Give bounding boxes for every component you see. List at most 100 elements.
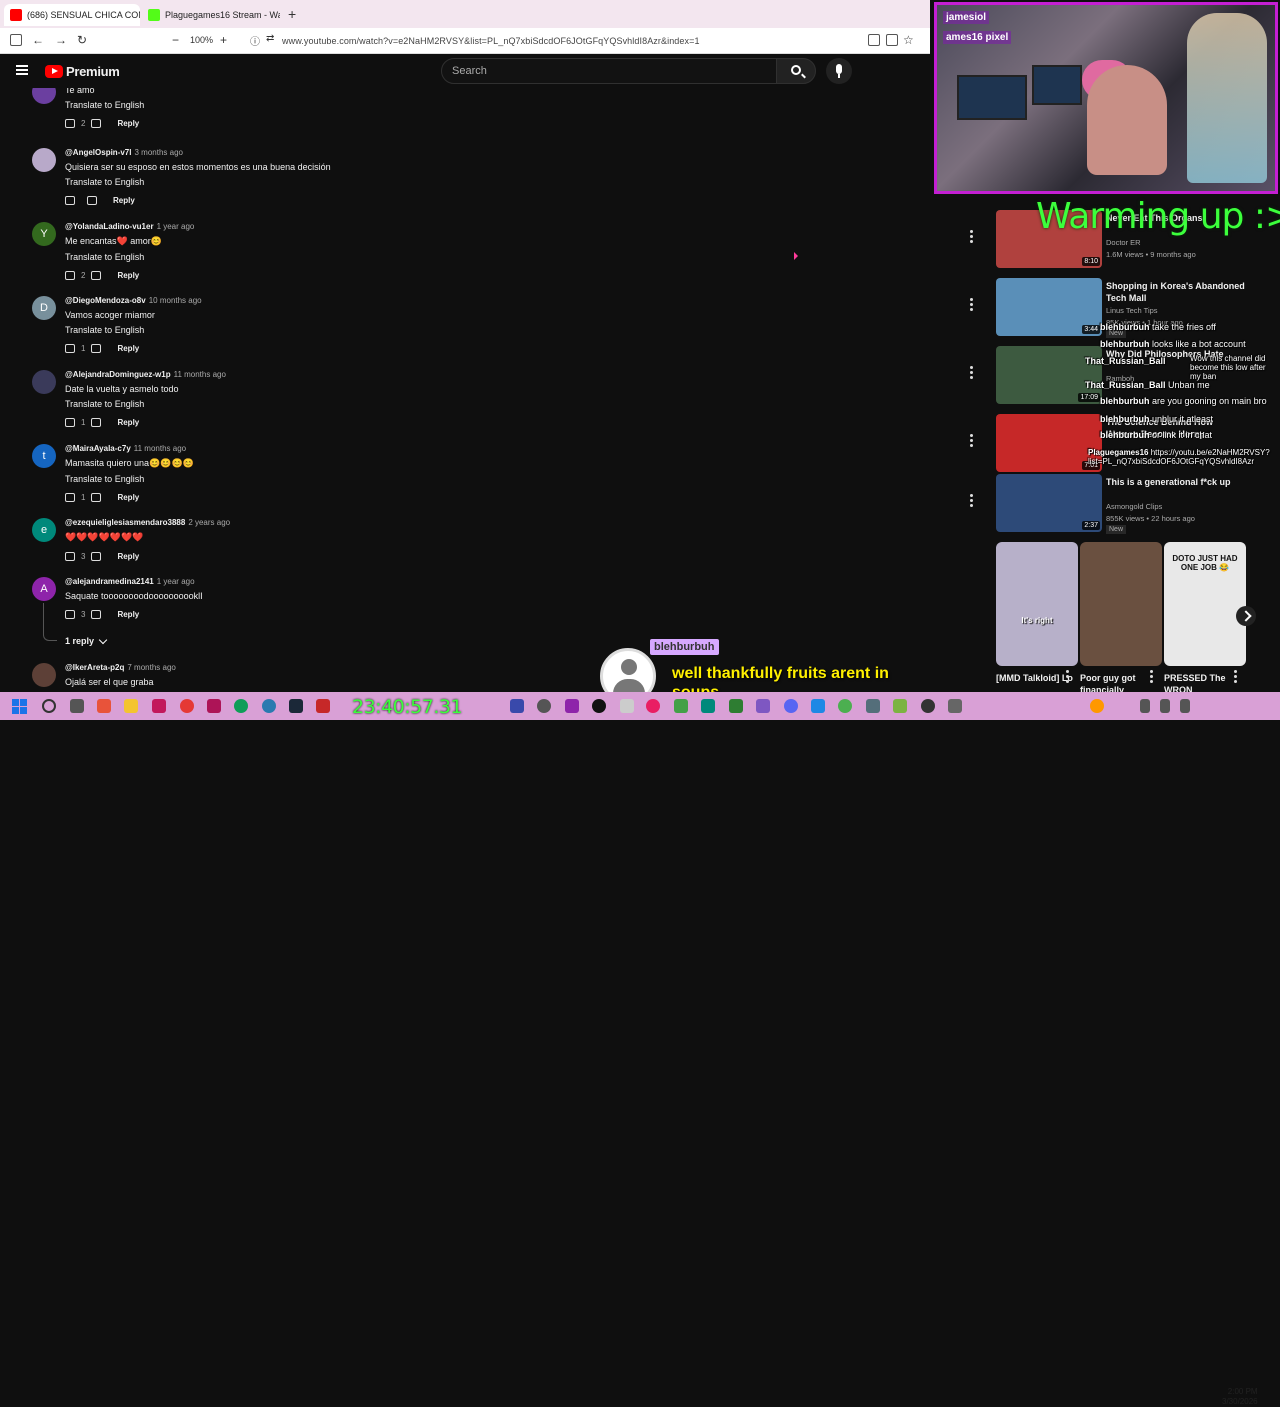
comment-author[interactable]: @AlejandraDominguez-w1p xyxy=(65,370,171,379)
channel-name[interactable]: Asmongold Clips xyxy=(1106,502,1162,511)
video-thumbnail[interactable]: 3:44 xyxy=(996,278,1102,336)
steam-icon[interactable] xyxy=(289,699,303,713)
reload-icon[interactable]: ↻ xyxy=(77,33,87,47)
dislike-icon[interactable] xyxy=(91,344,102,353)
dislike-icon[interactable] xyxy=(91,119,102,128)
translate-link[interactable]: Translate to English xyxy=(65,399,226,409)
like-icon[interactable] xyxy=(65,418,75,427)
translate-link[interactable]: Translate to English xyxy=(65,474,194,484)
dislike-icon[interactable] xyxy=(87,196,97,205)
app-icon[interactable] xyxy=(537,699,551,713)
search-icon[interactable] xyxy=(42,699,56,713)
short-title[interactable]: PRESSED The WRON xyxy=(1164,672,1242,692)
like-icon[interactable] xyxy=(65,552,75,561)
avatar[interactable] xyxy=(32,370,56,394)
collections-icon[interactable] xyxy=(886,34,898,46)
translate-link[interactable]: Translate to English xyxy=(65,100,144,110)
app-icon[interactable] xyxy=(921,699,935,713)
edge-icon[interactable] xyxy=(234,699,248,713)
app-icon[interactable] xyxy=(152,699,166,713)
zoom-out-icon[interactable]: − xyxy=(172,33,179,47)
app-icon[interactable] xyxy=(866,699,880,713)
discord-icon[interactable] xyxy=(784,699,798,713)
battery-icon[interactable] xyxy=(1180,699,1190,713)
windows-start-icon[interactable] xyxy=(12,699,27,714)
short-title[interactable]: [MMD Talkloid] Lo xyxy=(996,672,1074,684)
forward-icon[interactable]: → xyxy=(55,33,67,47)
bookmark-star-icon[interactable]: ☆ xyxy=(903,33,914,47)
more-options-icon[interactable] xyxy=(1066,670,1069,684)
video-thumbnail[interactable]: 7:01 xyxy=(996,414,1102,472)
reply-button[interactable]: Reply xyxy=(117,493,139,502)
avatar[interactable] xyxy=(32,663,56,687)
settings-icon[interactable] xyxy=(510,699,524,713)
app-icon[interactable] xyxy=(893,699,907,713)
app-icon[interactable] xyxy=(592,699,606,713)
address-bar-input[interactable]: www.youtube.com/watch?v=e2NaHM2RVSY&list… xyxy=(282,36,700,46)
avatar[interactable]: t xyxy=(32,444,56,468)
avatar[interactable]: D xyxy=(32,296,56,320)
avatar[interactable] xyxy=(32,148,56,172)
like-icon[interactable] xyxy=(65,493,75,502)
tray-app-icon[interactable] xyxy=(1090,699,1104,713)
app-icon[interactable] xyxy=(756,699,770,713)
app-icon[interactable] xyxy=(565,699,579,713)
more-options-icon[interactable] xyxy=(970,434,973,448)
comment-author[interactable]: @YolandaLadino-vu1er xyxy=(65,222,154,231)
search-input[interactable]: Search xyxy=(441,58,777,84)
chrome-icon[interactable] xyxy=(838,699,852,713)
avatar[interactable]: A xyxy=(32,577,56,601)
short-thumbnail[interactable] xyxy=(1080,542,1162,666)
browser-tab-1[interactable]: (686) SENSUAL CHICA CON TA ✕ xyxy=(4,4,140,26)
avatar[interactable] xyxy=(32,88,56,104)
dislike-icon[interactable] xyxy=(91,271,102,280)
network-icon[interactable] xyxy=(1140,699,1150,713)
app-icon[interactable] xyxy=(97,699,111,713)
comment-timestamp[interactable]: 2 years ago xyxy=(188,518,230,527)
video-title[interactable]: Shopping in Korea's Abandoned Tech Mall xyxy=(1106,280,1246,304)
more-options-icon[interactable] xyxy=(970,366,973,380)
comment-timestamp[interactable]: 11 months ago xyxy=(174,370,226,379)
like-icon[interactable] xyxy=(65,119,75,128)
like-icon[interactable] xyxy=(65,196,75,205)
comment-timestamp[interactable]: 1 year ago xyxy=(157,577,195,586)
menu-icon[interactable] xyxy=(16,65,28,75)
app-icon[interactable] xyxy=(811,699,825,713)
file-explorer-icon[interactable] xyxy=(124,699,138,713)
permissions-icon[interactable]: ⇄ xyxy=(266,33,274,44)
search-button[interactable] xyxy=(776,58,816,84)
reply-button[interactable]: Reply xyxy=(117,344,139,353)
avatar[interactable]: e xyxy=(32,518,56,542)
translate-link[interactable]: Translate to English xyxy=(65,252,194,262)
reply-button[interactable]: Reply xyxy=(117,271,139,280)
back-icon[interactable]: ← xyxy=(32,33,44,47)
channel-name[interactable]: Linus Tech Tips xyxy=(1106,306,1158,315)
like-icon[interactable] xyxy=(65,610,75,619)
more-options-icon[interactable] xyxy=(970,230,973,244)
comment-author[interactable]: @DiegoMendoza-o8v xyxy=(65,296,146,305)
translate-link[interactable]: Translate to English xyxy=(65,177,331,187)
more-options-icon[interactable] xyxy=(1150,670,1153,684)
comment-timestamp[interactable]: 11 months ago xyxy=(134,444,186,453)
app-icon[interactable] xyxy=(646,699,660,713)
comment-author[interactable]: @alejandramedina2141 xyxy=(65,577,154,586)
translate-link[interactable]: Translate to English xyxy=(65,325,202,335)
comment-timestamp[interactable]: 1 year ago xyxy=(157,222,195,231)
youtube-logo-icon[interactable] xyxy=(45,65,63,78)
system-clock[interactable]: 2:00 PM 3/30/2026 xyxy=(1222,1387,1258,1407)
task-view-icon[interactable] xyxy=(70,699,84,713)
app-icon[interactable] xyxy=(701,699,715,713)
video-title[interactable]: This is a generational f*ck up xyxy=(1106,476,1246,488)
comment-timestamp[interactable]: 10 months ago xyxy=(149,296,202,305)
dislike-icon[interactable] xyxy=(91,552,102,561)
short-thumbnail[interactable]: DOTO JUST HAD ONE JOB 😂 xyxy=(1164,542,1246,666)
like-icon[interactable] xyxy=(65,344,75,353)
voice-search-icon[interactable] xyxy=(826,58,852,84)
comment-author[interactable]: @IkerAreta-p2q xyxy=(65,663,124,672)
more-options-icon[interactable] xyxy=(970,494,973,508)
app-icon[interactable] xyxy=(620,699,634,713)
video-thumbnail[interactable]: 17:09 xyxy=(996,346,1102,404)
zoom-in-icon[interactable]: + xyxy=(220,33,227,47)
reply-button[interactable]: Reply xyxy=(113,196,135,205)
short-thumbnail[interactable]: It's right xyxy=(996,542,1078,666)
